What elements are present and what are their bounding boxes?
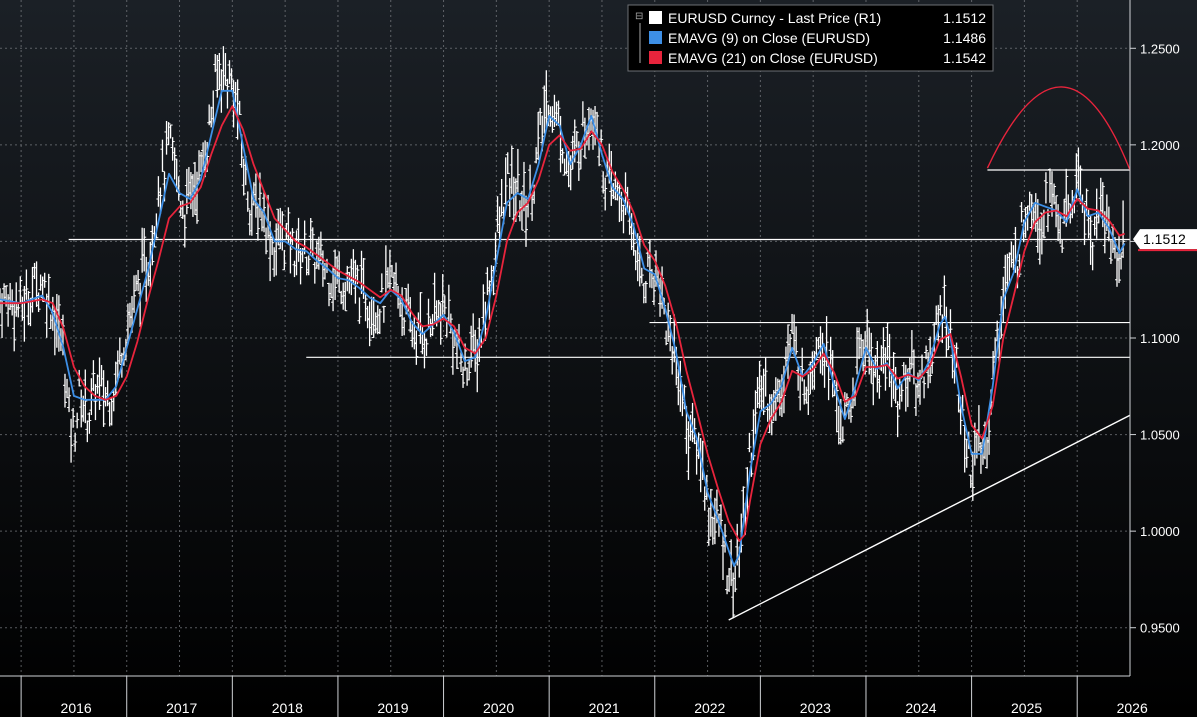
chart-background — [0, 0, 1197, 717]
y-tick-label: 0.9500 — [1140, 621, 1180, 636]
x-tick-label: 2026 — [1117, 700, 1148, 716]
legend-collapse-icon: ⊟ — [635, 11, 643, 22]
legend-entry-value: 1.1542 — [943, 50, 986, 66]
x-tick-label: 2019 — [377, 700, 408, 716]
legend-swatch-2 — [649, 51, 662, 64]
last-price-marker: 1.1512 — [1133, 229, 1197, 252]
x-tick-label: 2025 — [1011, 700, 1042, 716]
x-tick-label: 2017 — [166, 700, 197, 716]
x-tick-label: 2016 — [61, 700, 92, 716]
y-tick-label: 1.1000 — [1140, 331, 1180, 346]
x-tick-label: 2021 — [589, 700, 620, 716]
legend-entry-label: EURUSD Curncy - Last Price (R1) — [668, 10, 881, 26]
legend-swatch-0 — [649, 11, 662, 24]
legend-entry-value: 1.1512 — [943, 10, 986, 26]
legend: ⊟ EURUSD Curncy - Last Price (R1) 1.1512 EM… — [627, 4, 994, 72]
legend-entry-value: 1.1486 — [943, 30, 986, 46]
legend-entry-label: EMAVG (21) on Close (EURUSD) — [668, 50, 878, 66]
x-tick-label: 2024 — [905, 700, 936, 716]
legend-swatch-1 — [649, 31, 662, 44]
y-tick-label: 1.2500 — [1140, 41, 1180, 56]
last-price-value: 1.1512 — [1143, 231, 1186, 247]
x-tick-label: 2020 — [483, 700, 514, 716]
x-tick-label: 2022 — [694, 700, 725, 716]
legend-entry-label: EMAVG (9) on Close (EURUSD) — [668, 30, 870, 46]
y-tick-label: 1.2000 — [1140, 138, 1180, 153]
y-tick-label: 1.0000 — [1140, 524, 1180, 539]
eurusd-chart: 0.95001.00001.05001.10001.15001.20001.25… — [0, 0, 1197, 717]
x-tick-label: 2023 — [800, 700, 831, 716]
x-tick-label: 2018 — [272, 700, 303, 716]
y-tick-label: 1.0500 — [1140, 428, 1180, 443]
